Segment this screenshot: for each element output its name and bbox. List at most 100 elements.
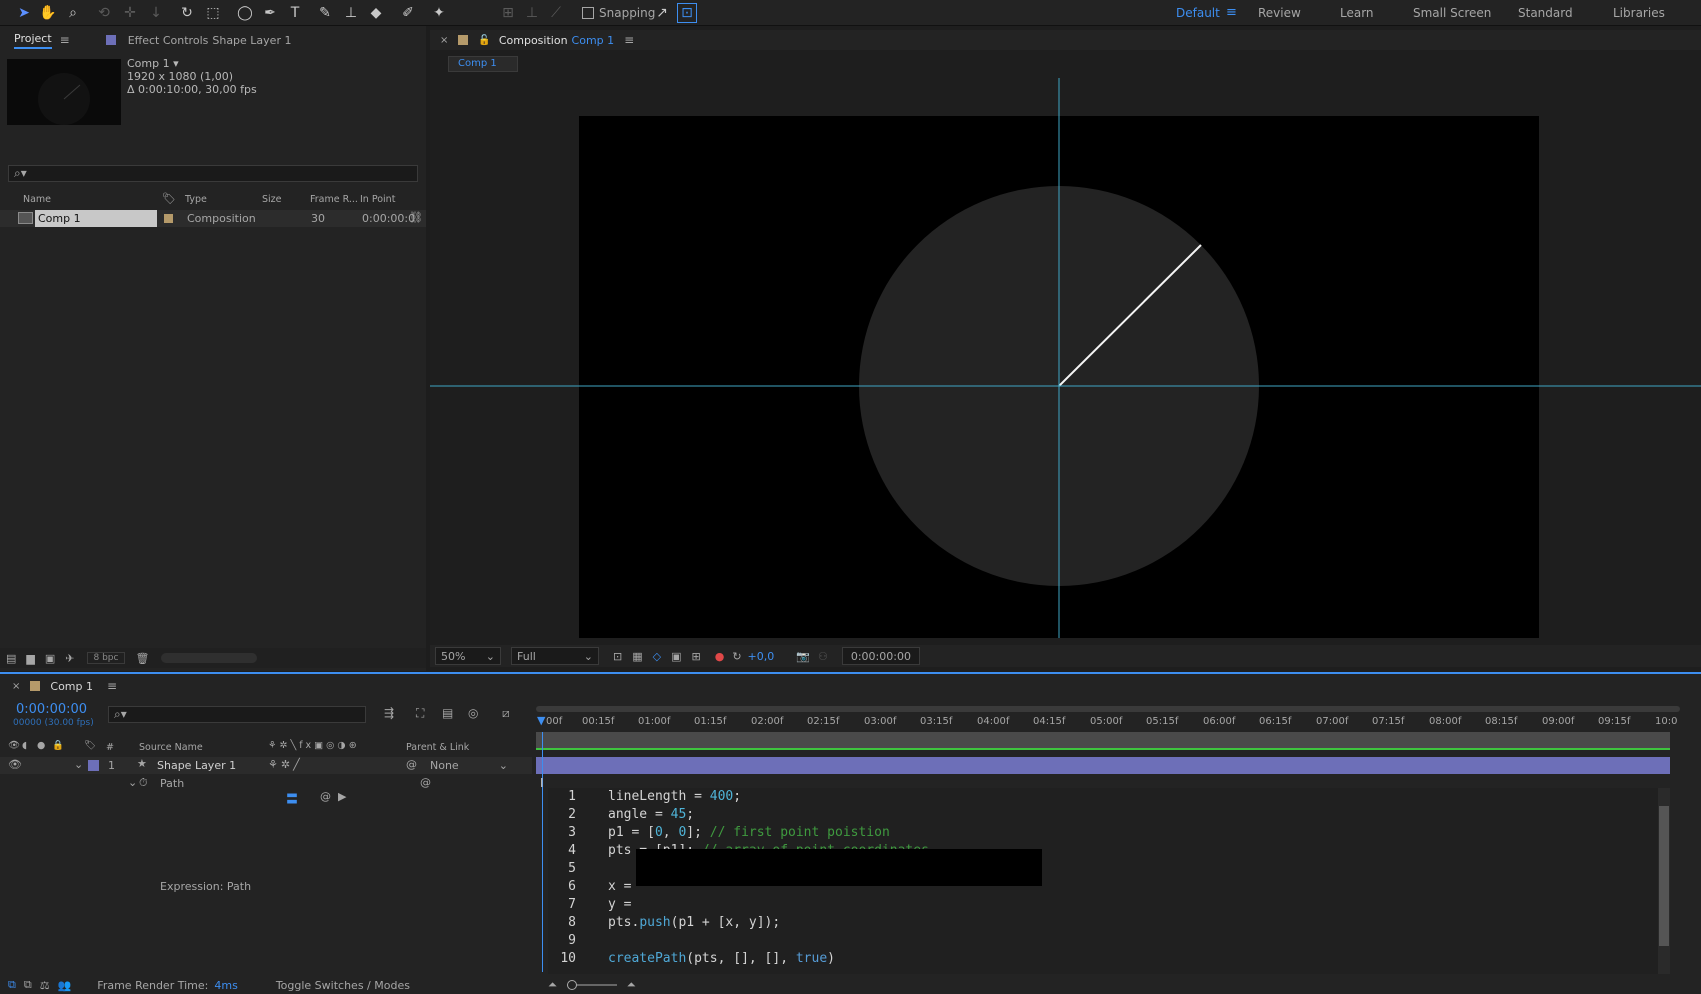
layer-row[interactable]: 👁 ⌄ 1 ★ Shape Layer 1 ⚘✲╱ @ None ⌄	[0, 757, 532, 774]
tab-composition-name[interactable]: Comp 1	[572, 34, 615, 47]
tab-project[interactable]: Project	[14, 32, 52, 49]
label-color-swatch[interactable]	[164, 214, 173, 223]
view-axis-icon[interactable]: ⟋	[546, 3, 566, 23]
path-property-label[interactable]: Path	[160, 777, 184, 790]
layer-label-color[interactable]	[88, 760, 99, 771]
pen-tool-icon[interactable]: ✒	[260, 3, 280, 23]
draft-3d-icon[interactable]: ⛶	[416, 706, 424, 721]
workspace-default[interactable]: Default	[1176, 6, 1220, 20]
expand-chevron-icon[interactable]: ⌄	[128, 776, 137, 789]
layer-name[interactable]: Shape Layer 1	[157, 759, 236, 772]
grid-guide-options-icon[interactable]: ▣	[671, 650, 681, 663]
zoom-tool-icon[interactable]: ⌕	[63, 3, 83, 23]
zoom-slider-handle[interactable]	[566, 980, 577, 990]
show-snapshot-icon[interactable]: ⚇	[818, 650, 828, 663]
expand-chevron-icon[interactable]: ⌄	[74, 758, 83, 771]
snapping-checkbox[interactable]	[582, 7, 594, 19]
hide-shy-layers-icon[interactable]: ▤	[442, 706, 453, 720]
layer-switches-pane-icon[interactable]: ⧉	[8, 978, 16, 992]
panel-menu-icon[interactable]: ≡	[624, 33, 634, 47]
orbit-camera-icon[interactable]: ⟲	[94, 3, 114, 23]
roto-brush-tool-icon[interactable]: ✐	[398, 3, 418, 23]
path-property-row[interactable]: ⌄ ⏱ Path @	[0, 775, 532, 792]
column-size[interactable]: Size	[262, 194, 282, 205]
layer-switches[interactable]: ⚘✲╱	[268, 758, 303, 771]
layer-duration-bar[interactable]	[536, 757, 1670, 774]
zoom-out-icon[interactable]: ⏶	[548, 978, 557, 992]
zoom-select[interactable]: 50% ⌄	[435, 647, 501, 665]
work-area-bar[interactable]	[536, 732, 1670, 748]
resolution-select[interactable]: Full ⌄	[511, 647, 599, 665]
dolly-camera-icon[interactable]: ↓	[146, 3, 166, 23]
close-icon[interactable]: ×	[12, 681, 20, 692]
expression-language-menu-icon[interactable]: ▶	[338, 790, 346, 803]
comp-info-name[interactable]: Comp 1 ▾	[127, 57, 257, 70]
snapping-toggle[interactable]: Snapping	[582, 6, 655, 20]
toggle-switches-modes[interactable]: Toggle Switches / Modes	[276, 979, 410, 992]
code-line[interactable]: createPath(pts, [], [], true)	[608, 950, 1608, 968]
bit-depth-button[interactable]: 8 bpc	[86, 652, 126, 664]
column-parent-link[interactable]: Parent & Link	[406, 742, 469, 753]
trash-icon[interactable]: 🗑	[135, 652, 149, 665]
column-in-point[interactable]: In Point	[360, 194, 395, 205]
workspace-standard[interactable]: Standard	[1518, 6, 1573, 20]
snapshot-icon[interactable]: 📷	[796, 650, 810, 663]
label-column-icon[interactable]: 🏷	[162, 192, 176, 205]
render-time-pane-icon[interactable]: 👥	[58, 979, 72, 992]
code-line[interactable]: pts.push(p1 + [x, y]);	[608, 914, 1608, 932]
selection-tool-icon[interactable]: ➤	[14, 3, 34, 23]
timeline-zoom-slider[interactable]	[566, 980, 617, 990]
type-tool-icon[interactable]: T	[285, 3, 305, 23]
workspace-small-screen[interactable]: Small Screen	[1413, 6, 1491, 20]
column-frame-rate[interactable]: Frame R...	[310, 194, 358, 205]
panel-menu-icon[interactable]: ≡	[107, 679, 117, 693]
pan-behind-tool-icon[interactable]: ⬚	[203, 3, 223, 23]
current-time-timecode[interactable]: 0:00:00:00	[16, 702, 87, 717]
current-time-display[interactable]: 0:00:00:00	[841, 647, 920, 665]
playhead-icon[interactable]: ▼	[537, 714, 547, 732]
lock-icon[interactable]: 🔒	[52, 740, 64, 751]
stopwatch-icon[interactable]: ⏱	[139, 776, 148, 790]
pan-camera-icon[interactable]: ✛	[120, 3, 140, 23]
local-axis-icon[interactable]: ⊞	[498, 3, 518, 23]
editor-scrollbar[interactable]	[1658, 788, 1670, 974]
column-type[interactable]: Type	[185, 194, 207, 205]
graph-editor-icon[interactable]: ⧄	[502, 706, 510, 721]
playhead-line[interactable]	[542, 732, 543, 972]
brush-tool-icon[interactable]: ✎	[315, 3, 335, 23]
mask-visibility-icon[interactable]: ◇	[653, 650, 661, 663]
snap-feature-icon[interactable]: ⊡	[677, 3, 697, 23]
interpret-footage-icon[interactable]: ▤	[6, 652, 16, 665]
enable-expression-icon[interactable]: 〓	[286, 790, 298, 807]
project-search-input[interactable]: ⌕▾	[8, 165, 418, 182]
channel-icon[interactable]: ●	[715, 650, 725, 663]
code-line[interactable]: p1 = [0, 0]; // first point poistion	[608, 824, 1608, 842]
tab-effect-controls[interactable]: Effect Controls	[128, 34, 209, 47]
solo-toggle-icon[interactable]: ●	[37, 740, 45, 751]
exposure-value[interactable]: +0,0	[748, 650, 775, 663]
parent-select[interactable]: None ⌄	[426, 758, 512, 773]
code-line[interactable]	[608, 932, 1608, 950]
thumbnail-scrollbar[interactable]	[161, 653, 258, 663]
workspace-review[interactable]: Review	[1258, 6, 1301, 20]
column-source-name[interactable]: Source Name	[139, 742, 203, 753]
reset-exposure-icon[interactable]: ↻	[732, 650, 741, 663]
new-composition-icon[interactable]: ▣	[45, 652, 55, 665]
layer-visibility-icon[interactable]: 👁	[8, 758, 22, 771]
region-of-interest-icon[interactable]: ⊡	[613, 650, 622, 663]
time-ruler[interactable]: 00f 00:15f 01:00f 01:15f 02:00f 02:15f 0…	[536, 714, 1680, 732]
new-folder-icon[interactable]: ▆	[26, 652, 34, 665]
flowchart-icon[interactable]: ⛓	[409, 211, 423, 224]
transparency-grid-icon[interactable]: ▦	[632, 650, 642, 663]
workspace-learn[interactable]: Learn	[1340, 6, 1374, 20]
scrollbar-thumb[interactable]	[1659, 806, 1669, 946]
code-line[interactable]: y =	[608, 896, 1608, 914]
ellipse-tool-icon[interactable]: ◯	[235, 3, 255, 23]
video-toggle-icon[interactable]: 👁	[8, 740, 20, 751]
3d-view-icon[interactable]: ⊞	[692, 650, 701, 663]
comp-mini-flowchart-icon[interactable]: ⇶	[384, 706, 394, 720]
rotation-tool-icon[interactable]: ↻	[177, 3, 197, 23]
expression-graph-icon[interactable]: @	[320, 790, 331, 803]
world-axis-icon[interactable]: ⊥	[522, 3, 542, 23]
hand-tool-icon[interactable]: ✋	[38, 3, 58, 23]
